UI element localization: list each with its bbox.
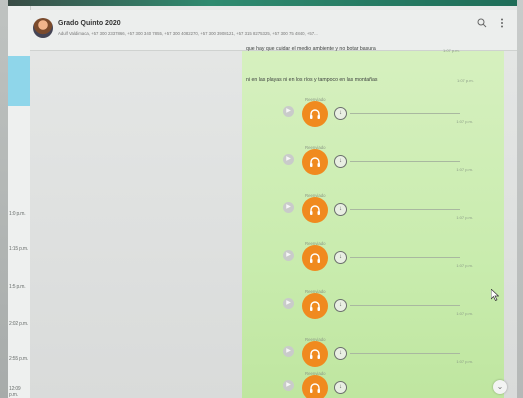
- participants-list: Adulf Valdimaca, +57 300 2337866, +57 30…: [58, 31, 318, 36]
- play-icon[interactable]: ▶: [283, 380, 294, 391]
- search-icon[interactable]: [477, 18, 487, 31]
- play-icon[interactable]: ▶: [283, 202, 294, 213]
- chat-list-panel[interactable]: 1:0 p.m. 1:15 p.m. 1:5 p.m. 2:02 p.m. 2:…: [8, 6, 31, 398]
- download-icon[interactable]: ↓: [334, 155, 347, 168]
- headphones-icon: [302, 101, 328, 127]
- audio-progress[interactable]: [350, 257, 460, 258]
- headphones-icon: [302, 341, 328, 367]
- chat-header[interactable]: Grado Quinto 2020 Adulf Valdimaca, +57 3…: [30, 10, 517, 51]
- chat-list-time: 1:0 p.m.: [9, 211, 26, 217]
- audio-message[interactable]: Reenviado ▶ ↓: [283, 371, 503, 398]
- audio-progress[interactable]: [350, 161, 460, 162]
- monitor-bezel-top: [0, 0, 523, 6]
- play-icon[interactable]: ▶: [283, 346, 294, 357]
- headphones-icon: [302, 245, 328, 271]
- headphones-icon: [302, 293, 328, 319]
- audio-message[interactable]: Reenviado ▶ ↓ 1:07 p.m.: [283, 145, 503, 181]
- more-vertical-icon[interactable]: [500, 18, 504, 31]
- message-area[interactable]: que hay que cuidar el medio ambiente y n…: [30, 46, 517, 398]
- download-icon[interactable]: ↓: [334, 299, 347, 312]
- message-text: ni en las playas ni en los ríos y tampoc…: [246, 77, 378, 83]
- play-icon[interactable]: ▶: [283, 106, 294, 117]
- audio-progress[interactable]: [350, 353, 460, 354]
- monitor-bezel-left: [0, 0, 8, 398]
- mouse-cursor-icon: [490, 288, 500, 304]
- audio-time: 1:07 p.m.: [456, 119, 473, 124]
- download-icon[interactable]: ↓: [334, 203, 347, 216]
- download-icon[interactable]: ↓: [334, 251, 347, 264]
- audio-message[interactable]: Reenviado ▶ ↓ 1:07 p.m.: [283, 289, 503, 325]
- audio-time: 1:07 p.m.: [456, 311, 473, 316]
- headphones-icon: [302, 197, 328, 223]
- chat-title[interactable]: Grado Quinto 2020: [58, 20, 121, 27]
- message-text: que hay que cuidar el medio ambiente y n…: [246, 46, 376, 52]
- chat-list-time: 2:55 p.m.: [9, 356, 29, 362]
- download-icon[interactable]: ↓: [334, 347, 347, 360]
- whatsapp-web-screen: 1:0 p.m. 1:15 p.m. 1:5 p.m. 2:02 p.m. 2:…: [0, 0, 523, 398]
- audio-message[interactable]: Reenviado ▶ ↓ 1:07 p.m.: [283, 97, 503, 133]
- play-icon[interactable]: ▶: [283, 154, 294, 165]
- audio-message[interactable]: Reenviado ▶ ↓ 1:07 p.m.: [283, 337, 503, 373]
- audio-progress[interactable]: [350, 305, 460, 306]
- headphones-icon: [302, 375, 328, 398]
- headphones-icon: [302, 149, 328, 175]
- play-icon[interactable]: ▶: [283, 298, 294, 309]
- group-avatar[interactable]: [33, 18, 53, 38]
- audio-progress[interactable]: [350, 113, 460, 114]
- message-time: 1:07 p.m.: [457, 78, 474, 83]
- audio-message[interactable]: Reenviado ▶ ↓ 1:07 p.m.: [283, 193, 503, 229]
- message-time: 1:07 p.m.: [443, 48, 460, 53]
- audio-time: 1:07 p.m.: [456, 167, 473, 172]
- play-icon[interactable]: ▶: [283, 250, 294, 261]
- chat-list-time: 12:09 p.m.: [9, 386, 21, 398]
- audio-progress[interactable]: [350, 209, 460, 210]
- chat-list-time: 1:5 p.m.: [9, 284, 26, 290]
- audio-message[interactable]: Reenviado ▶ ↓ 1:07 p.m.: [283, 241, 503, 277]
- monitor-bezel-right: [517, 0, 523, 398]
- audio-time: 1:07 p.m.: [456, 215, 473, 220]
- chat-list-time: 2:02 p.m.: [9, 321, 29, 327]
- audio-time: 1:07 p.m.: [456, 359, 473, 364]
- chevron-down-icon[interactable]: ⌄: [493, 380, 507, 394]
- selected-chat-highlight[interactable]: [8, 56, 30, 106]
- download-icon[interactable]: ↓: [334, 381, 347, 394]
- download-icon[interactable]: ↓: [334, 107, 347, 120]
- audio-time: 1:07 p.m.: [456, 263, 473, 268]
- chat-list-time: 1:15 p.m.: [9, 246, 29, 252]
